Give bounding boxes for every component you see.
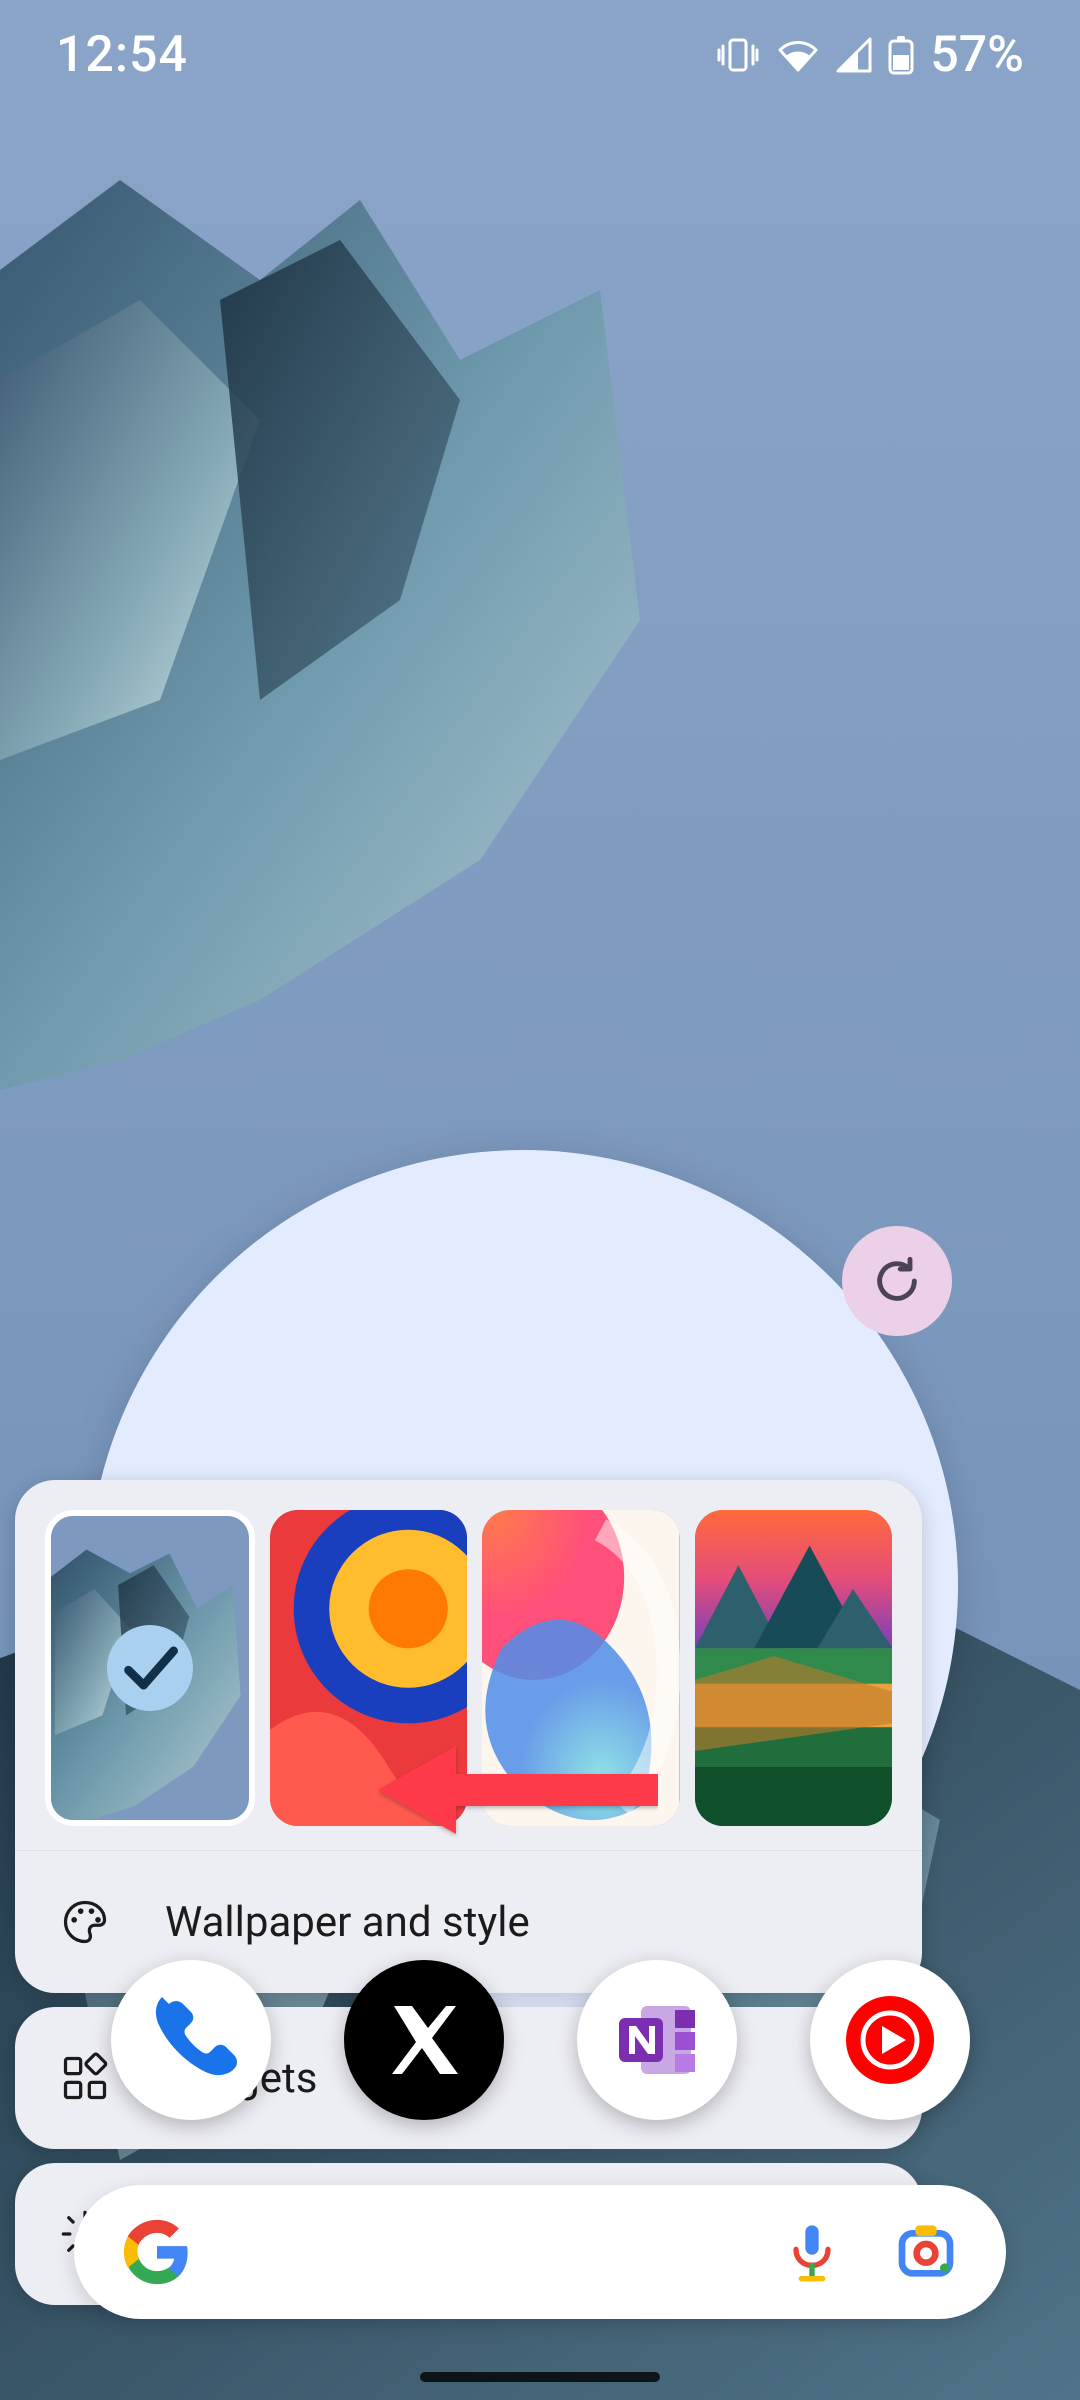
refresh-icon [871, 1255, 923, 1307]
ytmusic-icon [840, 1990, 940, 2090]
app-ytmusic[interactable] [810, 1960, 970, 2120]
palette-icon [59, 1896, 111, 1948]
lens-icon[interactable] [894, 2220, 958, 2284]
signal-icon [836, 37, 872, 73]
google-logo-icon [122, 2217, 192, 2287]
vibrate-icon [716, 36, 760, 74]
status-time: 12:54 [56, 26, 188, 84]
gesture-nav-handle[interactable] [420, 2372, 660, 2382]
app-x[interactable] [344, 1960, 504, 2120]
mic-icon[interactable] [780, 2220, 844, 2284]
selected-check-icon [107, 1625, 193, 1711]
battery-percent: 57% [930, 26, 1024, 84]
wallpaper-thumb-landscape[interactable] [695, 1510, 893, 1826]
battery-icon [888, 35, 914, 75]
wallpaper-thumb-ring[interactable] [270, 1510, 468, 1826]
phone-icon [141, 1990, 241, 2090]
refresh-wallpapers-button[interactable] [842, 1226, 952, 1336]
wallpaper-card: Wallpaper and style [15, 1480, 922, 1993]
favorites-dock [0, 1960, 1080, 2120]
x-icon [374, 1990, 474, 2090]
app-phone[interactable] [111, 1960, 271, 2120]
wallpaper-style-label: Wallpaper and style [165, 1898, 530, 1947]
app-onenote[interactable] [577, 1960, 737, 2120]
onenote-icon [607, 1990, 707, 2090]
wallpaper-thumb-crystal[interactable] [45, 1510, 255, 1826]
wallpaper-thumb-flow[interactable] [482, 1510, 680, 1826]
wallpaper-thumbnails [15, 1480, 922, 1850]
search-pill[interactable] [74, 2185, 1006, 2319]
wifi-icon [776, 36, 820, 74]
status-bar: 12:54 57% [0, 0, 1080, 110]
